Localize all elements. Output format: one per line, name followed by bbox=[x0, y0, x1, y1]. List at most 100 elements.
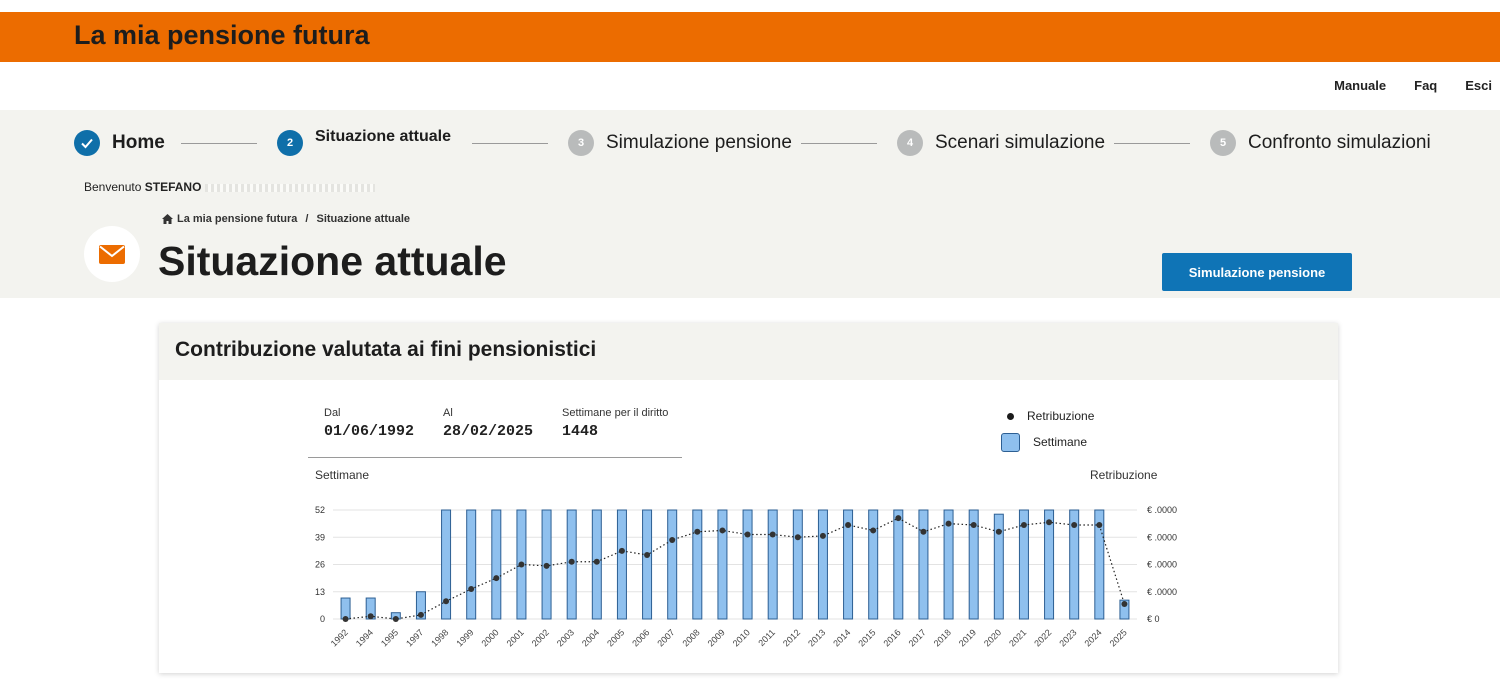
settimane-bar[interactable] bbox=[340, 597, 351, 620]
settimane-bar[interactable] bbox=[491, 509, 502, 620]
retribuzione-point[interactable] bbox=[870, 527, 877, 534]
step-scenari-simulazione[interactable]: 4 Scenari simulazione bbox=[897, 130, 1105, 156]
breadcrumb-home-link[interactable]: La mia pensione futura bbox=[177, 213, 297, 225]
retribuzione-point[interactable] bbox=[794, 534, 801, 541]
breadcrumb-current: Situazione attuale bbox=[316, 213, 411, 225]
retribuzione-point[interactable] bbox=[518, 561, 525, 568]
step-simulazione-pensione[interactable]: 3 Simulazione pensione bbox=[568, 130, 792, 156]
retribuzione-point[interactable] bbox=[945, 520, 952, 527]
x-tick-label: 2023 bbox=[1057, 627, 1078, 648]
retribuzione-point[interactable] bbox=[493, 575, 500, 582]
retribuzione-point[interactable] bbox=[1121, 601, 1128, 608]
step-connector bbox=[801, 143, 877, 144]
settimane-bar[interactable] bbox=[616, 509, 627, 620]
breadcrumb: La mia pensione futura / Situazione attu… bbox=[162, 213, 410, 225]
retribuzione-point[interactable] bbox=[468, 586, 475, 593]
settimane-bar[interactable] bbox=[692, 509, 703, 620]
step-number-badge: 2 bbox=[277, 130, 303, 156]
welcome-message: Benvenuto STEFANO bbox=[84, 180, 376, 194]
envelope-icon bbox=[99, 244, 125, 264]
right-tick-label: € 0 bbox=[1147, 614, 1160, 624]
x-tick-label: 2001 bbox=[505, 627, 526, 648]
x-tick-label: 2025 bbox=[1108, 627, 1129, 648]
retribuzione-point[interactable] bbox=[694, 528, 701, 535]
settimane-bar[interactable] bbox=[893, 509, 904, 620]
settimane-bar[interactable] bbox=[466, 509, 477, 620]
left-tick-label: 0 bbox=[320, 614, 325, 624]
retribuzione-point[interactable] bbox=[367, 613, 374, 620]
step-simulazione-label: Simulazione pensione bbox=[606, 132, 792, 153]
retribuzione-point[interactable] bbox=[819, 532, 826, 539]
x-tick-label: 1999 bbox=[454, 627, 475, 648]
home-icon bbox=[162, 214, 173, 224]
x-tick-label: 2003 bbox=[555, 627, 576, 648]
step-situazione-label: Situazione attuale bbox=[315, 128, 452, 145]
app-title[interactable]: La mia pensione futura bbox=[74, 20, 370, 51]
x-tick-label: 2019 bbox=[957, 627, 978, 648]
contribuzione-chart: 0 € 0 13 € .0000 26 € .0000 39 € .0000 52 € .0000… bbox=[315, 505, 1177, 649]
retribuzione-point[interactable] bbox=[995, 528, 1002, 535]
retribuzione-point[interactable] bbox=[342, 616, 349, 622]
x-tick-label: 2004 bbox=[580, 627, 601, 648]
retribuzione-point[interactable] bbox=[895, 515, 902, 522]
right-tick-label: € .0000 bbox=[1147, 587, 1177, 597]
retribuzione-point[interactable] bbox=[1020, 521, 1027, 528]
settimane-bar[interactable] bbox=[868, 509, 879, 620]
settimane-bar[interactable] bbox=[792, 509, 803, 620]
retribuzione-point[interactable] bbox=[1071, 521, 1078, 528]
step-number-badge: 5 bbox=[1210, 130, 1236, 156]
step-situazione-attuale[interactable]: 2 Situazione attuale bbox=[277, 128, 452, 156]
retribuzione-point[interactable] bbox=[669, 536, 676, 543]
retribuzione-point[interactable] bbox=[769, 531, 776, 538]
welcome-prefix: Benvenuto bbox=[84, 180, 142, 194]
retribuzione-point[interactable] bbox=[568, 558, 575, 565]
x-tick-label: 2010 bbox=[731, 627, 752, 648]
x-tick-label: 2012 bbox=[781, 627, 802, 648]
settimane-bar[interactable] bbox=[742, 509, 753, 620]
step-connector bbox=[1114, 143, 1190, 144]
settimane-bar[interactable] bbox=[918, 509, 929, 620]
x-tick-label: 2008 bbox=[680, 627, 701, 648]
settimane-bar[interactable] bbox=[717, 509, 728, 620]
settimane-bar[interactable] bbox=[1044, 509, 1055, 620]
retribuzione-point[interactable] bbox=[392, 616, 399, 622]
retribuzione-point[interactable] bbox=[744, 531, 751, 538]
settimane-bar[interactable] bbox=[667, 509, 678, 620]
step-connector bbox=[472, 143, 548, 144]
manuale-link[interactable]: Manuale bbox=[1334, 78, 1386, 93]
x-tick-label: 2020 bbox=[982, 627, 1003, 648]
retribuzione-point[interactable] bbox=[1096, 521, 1103, 528]
retribuzione-point[interactable] bbox=[417, 611, 424, 618]
x-tick-label: 2017 bbox=[907, 627, 928, 648]
settimane-bar[interactable] bbox=[642, 509, 653, 620]
retribuzione-point[interactable] bbox=[845, 521, 852, 528]
retribuzione-point[interactable] bbox=[543, 562, 550, 569]
faq-link[interactable]: Faq bbox=[1414, 78, 1437, 93]
esci-link[interactable]: Esci bbox=[1465, 78, 1492, 93]
x-tick-label: 1994 bbox=[354, 627, 375, 648]
retribuzione-point[interactable] bbox=[1046, 519, 1053, 526]
left-tick-label: 39 bbox=[315, 532, 325, 542]
retribuzione-point[interactable] bbox=[593, 558, 600, 565]
retribuzione-point[interactable] bbox=[644, 551, 651, 558]
user-name: STEFANO bbox=[144, 180, 202, 194]
left-tick-label: 52 bbox=[315, 505, 325, 515]
step-confronto-simulazioni[interactable]: 5 Confronto simulazioni bbox=[1210, 130, 1431, 156]
settimane-bar[interactable] bbox=[767, 509, 778, 620]
step-connector bbox=[181, 143, 257, 144]
left-tick-label: 26 bbox=[315, 560, 325, 570]
simulazione-pensione-button[interactable]: Simulazione pensione bbox=[1162, 253, 1352, 291]
retribuzione-point[interactable] bbox=[920, 528, 927, 535]
settimane-bar[interactable] bbox=[817, 509, 828, 620]
retribuzione-point[interactable] bbox=[970, 521, 977, 528]
retribuzione-point[interactable] bbox=[618, 547, 625, 554]
retribuzione-point[interactable] bbox=[443, 598, 450, 605]
x-tick-label: 2024 bbox=[1082, 627, 1103, 648]
x-tick-label: 2022 bbox=[1032, 627, 1053, 648]
left-tick-label: 13 bbox=[315, 587, 325, 597]
check-icon bbox=[74, 130, 100, 156]
retribuzione-point[interactable] bbox=[719, 527, 726, 534]
page-icon-badge bbox=[84, 226, 140, 282]
step-home[interactable]: Home bbox=[74, 130, 165, 156]
x-tick-label: 2016 bbox=[881, 627, 902, 648]
